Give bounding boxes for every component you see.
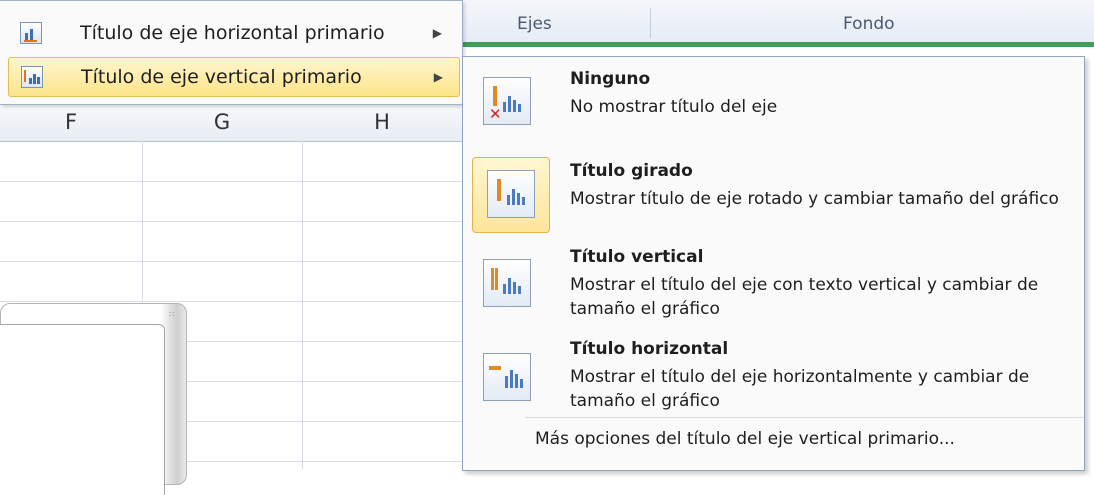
column-header-f[interactable]: F: [0, 103, 143, 142]
ribbon-group-ejes[interactable]: Ejes: [517, 14, 552, 34]
submenu-arrow-icon: ▶: [433, 70, 443, 84]
axis-title-submenu: Título de eje horizontal primario ▶ Títu…: [0, 0, 463, 105]
option-description: No mostrar título del eje: [570, 97, 778, 117]
menu-item-vertical-axis-title[interactable]: Título de eje vertical primario ▶: [8, 57, 460, 97]
grid-line: [0, 221, 462, 222]
ribbon-green-underline: [462, 42, 1094, 47]
option-vertical-title[interactable]: Título vertical Mostrar el título del ej…: [463, 247, 1084, 327]
rotated-title-icon: [487, 170, 535, 218]
more-options-separator: [525, 417, 1084, 418]
submenu-arrow-icon: ▶: [432, 26, 442, 40]
grid-line: [0, 181, 462, 182]
option-title: Título girado: [570, 161, 693, 181]
column-header-g[interactable]: G: [142, 103, 303, 142]
menu-item-label: Título de eje vertical primario: [81, 66, 362, 88]
vertical-title-icon: [483, 259, 531, 307]
option-horizontal-title[interactable]: Título horizontal Mostrar el título del …: [463, 339, 1084, 419]
chart-frame[interactable]: ∷: [0, 303, 187, 495]
option-description: Mostrar el título del eje horizontalment…: [570, 367, 1030, 411]
grid-line: [302, 141, 303, 469]
option-description: Mostrar título de eje rotado y cambiar t…: [570, 189, 1059, 209]
column-header-h[interactable]: H: [302, 103, 463, 142]
resize-grip-icon[interactable]: ∷: [169, 310, 175, 319]
menu-item-label: Título de eje horizontal primario: [80, 22, 385, 44]
vertical-axis-title-dropdown: ✕ Ninguno No mostrar título del eje Títu…: [462, 56, 1085, 471]
axis-title-vertical-icon: [21, 66, 43, 88]
axis-title-horizontal-icon: [20, 22, 42, 44]
option-title: Título horizontal: [570, 339, 729, 359]
option-title: Ninguno: [570, 69, 651, 89]
chart-area[interactable]: [0, 324, 165, 495]
option-rotated-title[interactable]: Título girado Mostrar título de eje rota…: [463, 157, 1084, 239]
ribbon-group-fondo[interactable]: Fondo: [843, 14, 895, 34]
horizontal-title-icon: [483, 353, 531, 401]
no-title-icon: ✕: [483, 77, 531, 125]
option-title: Título vertical: [570, 247, 704, 267]
option-description: Mostrar el título del eje con texto vert…: [570, 275, 1039, 319]
menu-item-horizontal-axis-title[interactable]: Título de eje horizontal primario ▶: [8, 13, 458, 53]
option-none[interactable]: ✕ Ninguno No mostrar título del eje: [463, 69, 1084, 139]
ribbon-separator: [650, 8, 651, 38]
selected-option-highlight: [472, 157, 550, 233]
more-options-link[interactable]: Más opciones del título del eje vertical…: [535, 429, 955, 449]
grid-line: [0, 261, 462, 262]
grid-line: [0, 301, 462, 302]
